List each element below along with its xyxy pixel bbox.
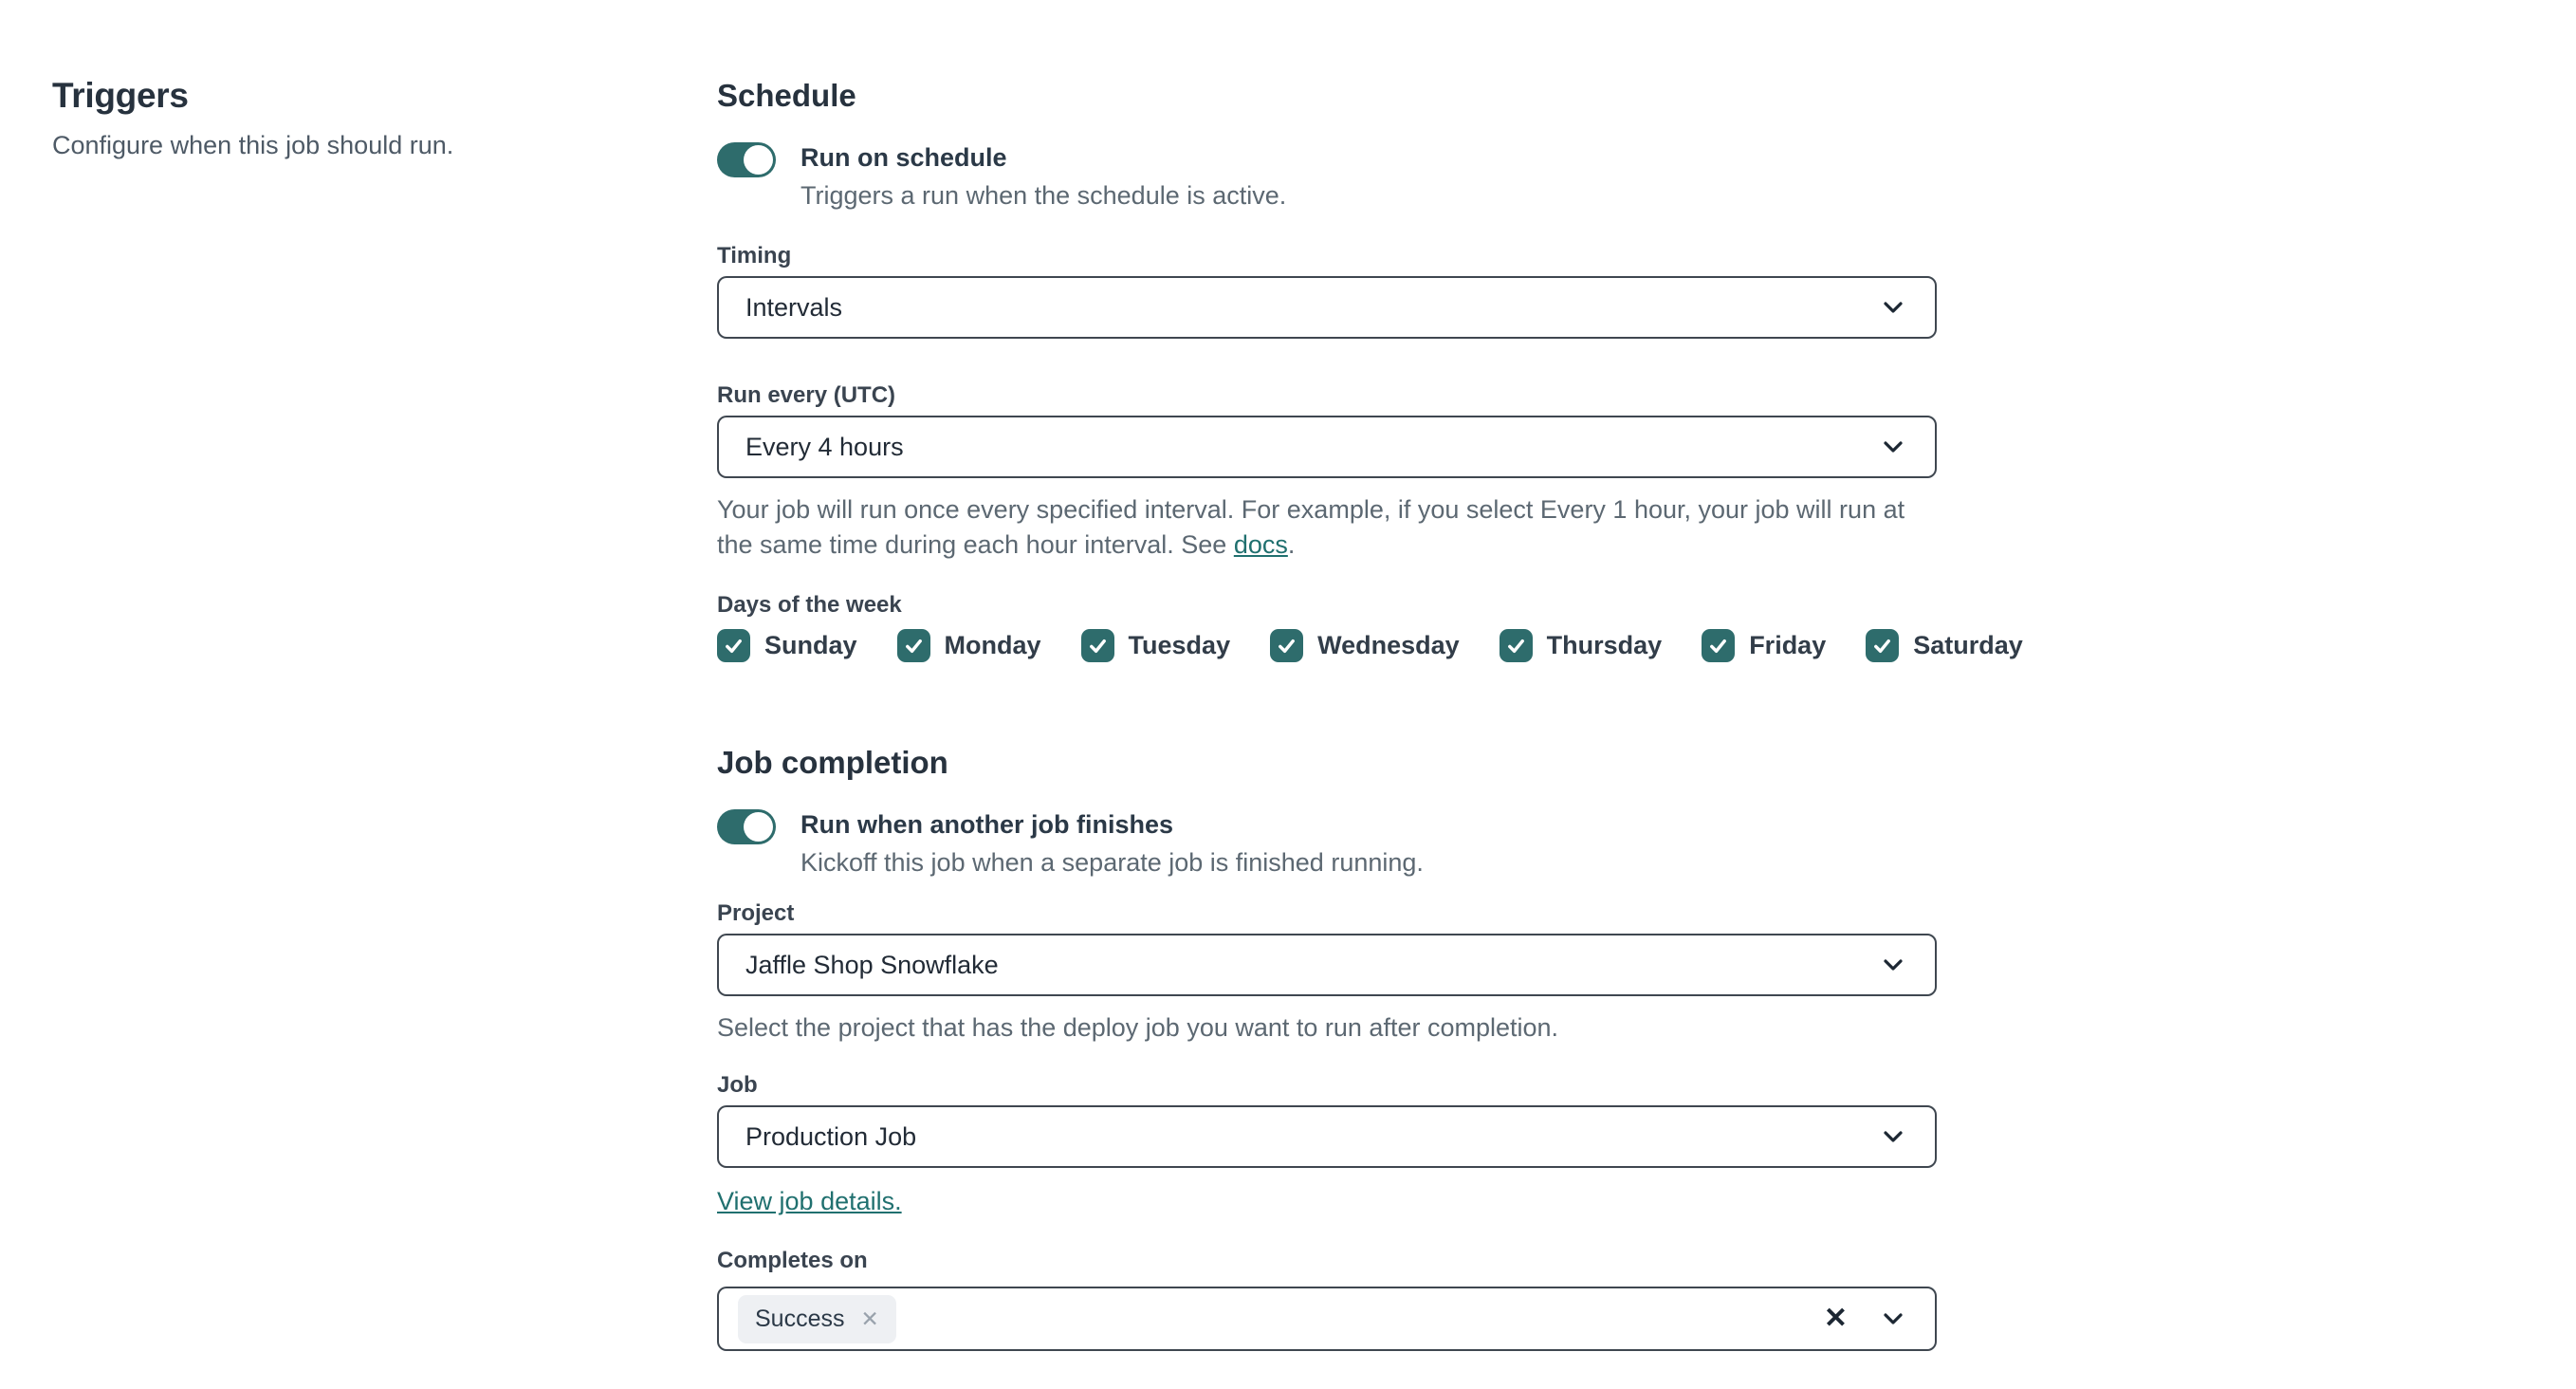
triggers-form: Schedule Run on schedule Triggers a run … <box>717 76 2023 1351</box>
chevron-down-icon <box>1884 441 1903 453</box>
run-on-schedule-toggle[interactable] <box>717 142 776 177</box>
view-job-details-link[interactable]: View job details. <box>717 1187 902 1215</box>
run-when-another-job-toggle[interactable] <box>717 809 776 844</box>
day-checkbox-tuesday[interactable]: Tuesday <box>1080 629 1231 662</box>
help-text-before: Your job will run once every specified i… <box>717 495 1905 559</box>
multiselect-controls: ✕ <box>1824 1304 1920 1334</box>
day-label: Friday <box>1749 631 1827 659</box>
run-every-select[interactable]: Every 4 hours <box>717 416 1937 478</box>
timing-select-value: Intervals <box>745 292 843 322</box>
page-title: Triggers <box>52 76 189 115</box>
day-checkbox-wednesday[interactable]: Wednesday <box>1270 629 1460 662</box>
project-select-value: Jaffle Shop Snowflake <box>745 950 999 979</box>
run-every-help-text: Your job will run once every specified i… <box>717 492 1937 563</box>
checkbox-checked-icon <box>1866 629 1900 662</box>
checkbox-checked-icon <box>1080 629 1114 662</box>
page-subtitle: Configure when this job should run. <box>52 131 454 159</box>
day-checkbox-friday[interactable]: Friday <box>1702 629 1826 662</box>
run-on-schedule-description: Triggers a run when the schedule is acti… <box>800 181 1287 210</box>
run-on-schedule-row: Run on schedule Triggers a run when the … <box>717 141 1937 212</box>
day-label: Tuesday <box>1128 631 1231 659</box>
chevron-down-icon[interactable] <box>1878 1304 1908 1334</box>
day-checkbox-thursday[interactable]: Thursday <box>1499 629 1663 662</box>
job-select[interactable]: Production Job <box>717 1105 1937 1168</box>
toggle-knob <box>744 145 773 175</box>
day-label: Saturday <box>1913 631 2023 659</box>
project-help-text: Select the project that has the deploy j… <box>717 1013 1559 1042</box>
docs-link[interactable]: docs <box>1234 530 1288 559</box>
run-when-another-job-description: Kickoff this job when a separate job is … <box>800 848 1424 877</box>
job-select-value: Production Job <box>745 1121 917 1151</box>
run-when-another-job-text: Run when another job finishes Kickoff th… <box>800 808 1424 879</box>
timing-label: Timing <box>717 243 792 269</box>
chevron-down-icon <box>1884 302 1903 313</box>
run-on-schedule-text: Run on schedule Triggers a run when the … <box>800 141 1286 212</box>
run-every-label: Run every (UTC) <box>717 382 896 408</box>
job-label: Job <box>717 1072 758 1098</box>
days-of-week-row: Sunday Monday Tuesday Wednesday Thursday… <box>717 629 2023 662</box>
checkbox-checked-icon <box>896 629 930 662</box>
day-label: Monday <box>944 631 1041 659</box>
project-select[interactable]: Jaffle Shop Snowflake <box>717 934 1937 996</box>
toggle-knob <box>744 812 773 842</box>
clear-all-icon[interactable]: ✕ <box>1824 1305 1848 1333</box>
checkbox-checked-icon <box>1270 629 1304 662</box>
completes-on-multiselect[interactable]: Success ✕ ✕ <box>717 1287 1937 1351</box>
checkbox-checked-icon <box>1499 629 1533 662</box>
schedule-section-heading: Schedule <box>717 78 856 113</box>
day-checkbox-saturday[interactable]: Saturday <box>1866 629 2023 662</box>
day-checkbox-monday[interactable]: Monday <box>896 629 1041 662</box>
chip-label: Success <box>755 1305 845 1332</box>
timing-select[interactable]: Intervals <box>717 276 1937 339</box>
day-label: Wednesday <box>1317 631 1460 659</box>
checkbox-checked-icon <box>1702 629 1736 662</box>
completes-on-label: Completes on <box>717 1248 868 1273</box>
checkbox-checked-icon <box>717 629 750 662</box>
run-on-schedule-label: Run on schedule <box>800 143 1007 172</box>
selected-value-chip: Success ✕ <box>738 1294 896 1343</box>
day-label: Sunday <box>764 631 857 659</box>
day-label: Thursday <box>1546 631 1663 659</box>
run-when-another-job-label: Run when another job finishes <box>800 810 1174 839</box>
project-label: Project <box>717 900 795 926</box>
chevron-down-icon <box>1884 1131 1903 1142</box>
job-completion-section-heading: Job completion <box>717 745 948 780</box>
run-when-another-job-row: Run when another job finishes Kickoff th… <box>717 808 1937 879</box>
chip-remove-icon[interactable]: ✕ <box>860 1307 878 1330</box>
triggers-descriptor-panel: Triggers Configure when this job should … <box>52 76 640 160</box>
run-every-select-value: Every 4 hours <box>745 432 904 461</box>
day-checkbox-sunday[interactable]: Sunday <box>717 629 857 662</box>
days-of-week-label: Days of the week <box>717 592 902 618</box>
help-text-after: . <box>1287 530 1296 559</box>
chevron-down-icon <box>1884 959 1903 971</box>
